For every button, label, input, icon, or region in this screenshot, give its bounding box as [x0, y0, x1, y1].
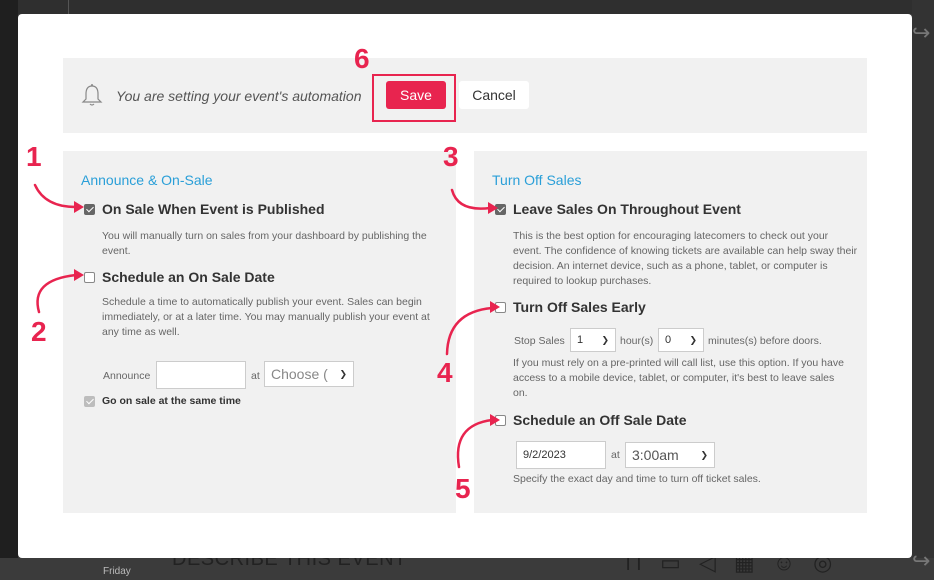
schedule-on-sale-label: Schedule an On Sale Date	[102, 269, 275, 285]
announce-time-select[interactable]: Choose ( ❯	[264, 361, 354, 387]
annotation-number-6: 6	[354, 43, 370, 74]
on-sale-published-label: On Sale When Event is Published	[102, 201, 325, 217]
leave-sales-on-label: Leave Sales On Throughout Event	[513, 201, 741, 217]
annotation-number-2: 2	[31, 316, 47, 347]
turn-off-early-checkbox[interactable]	[495, 301, 506, 313]
chevron-down-icon: ❯	[700, 449, 708, 460]
chevron-down-icon: ❯	[601, 334, 609, 345]
cancel-button[interactable]: Cancel	[459, 81, 529, 109]
turn-off-sales-panel: Turn Off Sales Leave Sales On Throughout…	[474, 151, 867, 513]
same-time-option[interactable]: Go on sale at the same time	[84, 395, 241, 407]
off-sale-date-label: Schedule an Off Sale Date	[513, 412, 687, 428]
schedule-on-sale-description: Schedule a time to automatically publish…	[102, 296, 430, 338]
off-sale-date-input[interactable]: 9/2/2023	[516, 441, 606, 469]
off-sale-date-checkbox[interactable]	[495, 414, 506, 426]
off-sale-time-value: 3:00am	[632, 447, 679, 463]
on-sale-published-checkbox[interactable]	[84, 203, 95, 215]
same-time-checkbox[interactable]	[84, 395, 95, 407]
background-day-label: Friday	[103, 566, 131, 577]
schedule-on-sale-checkbox[interactable]	[84, 271, 95, 283]
turn-off-early-description: If you must rely on a pre-printed will c…	[513, 357, 844, 399]
turn-off-early-option[interactable]: Turn Off Sales Early	[495, 299, 646, 315]
chevron-down-icon: ❯	[689, 334, 697, 345]
same-time-label: Go on sale at the same time	[102, 395, 241, 407]
announce-label: Announce	[103, 370, 151, 382]
stop-sales-label: Stop Sales	[514, 335, 565, 347]
share-icon: ↪	[912, 20, 931, 45]
announce-onsale-panel: Announce & On-Sale On Sale When Event is…	[63, 151, 456, 513]
background-right-strip	[912, 0, 934, 580]
annotation-number-3: 3	[443, 141, 459, 172]
share-icon: ↪	[912, 548, 931, 573]
hours-select[interactable]: 1 ❯	[570, 328, 616, 352]
background-left-sidebar	[0, 0, 18, 580]
turn-off-early-label: Turn Off Sales Early	[513, 299, 646, 315]
announce-date-input[interactable]	[156, 361, 246, 389]
on-sale-published-option[interactable]: On Sale When Event is Published	[84, 201, 325, 217]
leave-sales-on-option[interactable]: Leave Sales On Throughout Event	[495, 201, 741, 217]
minutes-select[interactable]: 0 ❯	[658, 328, 704, 352]
background-top-bar	[0, 0, 934, 14]
announce-at-label: at	[251, 370, 260, 382]
minutes-value: 0	[665, 334, 672, 346]
leave-sales-on-description: This is the best option for encouraging …	[513, 230, 858, 287]
hours-value: 1	[577, 334, 584, 346]
annotation-number-5: 5	[455, 473, 471, 504]
off-sale-at-label: at	[611, 449, 620, 461]
annotation-number-1: 1	[26, 141, 42, 172]
leave-sales-on-checkbox[interactable]	[495, 203, 506, 215]
turn-off-panel-title: Turn Off Sales	[492, 172, 582, 188]
minutes-label: minutes(s) before doors.	[708, 335, 822, 347]
on-sale-published-description: You will manually turn on sales from you…	[102, 230, 427, 257]
save-button[interactable]: Save	[386, 81, 446, 109]
bell-icon	[81, 84, 103, 106]
chevron-down-icon: ❯	[339, 368, 347, 379]
off-sale-time-select[interactable]: 3:00am ❯	[625, 442, 715, 468]
schedule-on-sale-option[interactable]: Schedule an On Sale Date	[84, 269, 275, 285]
announce-panel-title: Announce & On-Sale	[81, 172, 213, 188]
off-sale-date-option[interactable]: Schedule an Off Sale Date	[495, 412, 687, 428]
hours-label: hour(s)	[620, 335, 654, 347]
automation-toolbar: You are setting your event's automation …	[63, 58, 867, 133]
announce-time-value: Choose (	[271, 366, 328, 382]
off-sale-date-description: Specify the exact day and time to turn o…	[513, 473, 761, 485]
automation-message: You are setting your event's automation	[116, 88, 362, 104]
annotation-number-4: 4	[437, 357, 453, 388]
